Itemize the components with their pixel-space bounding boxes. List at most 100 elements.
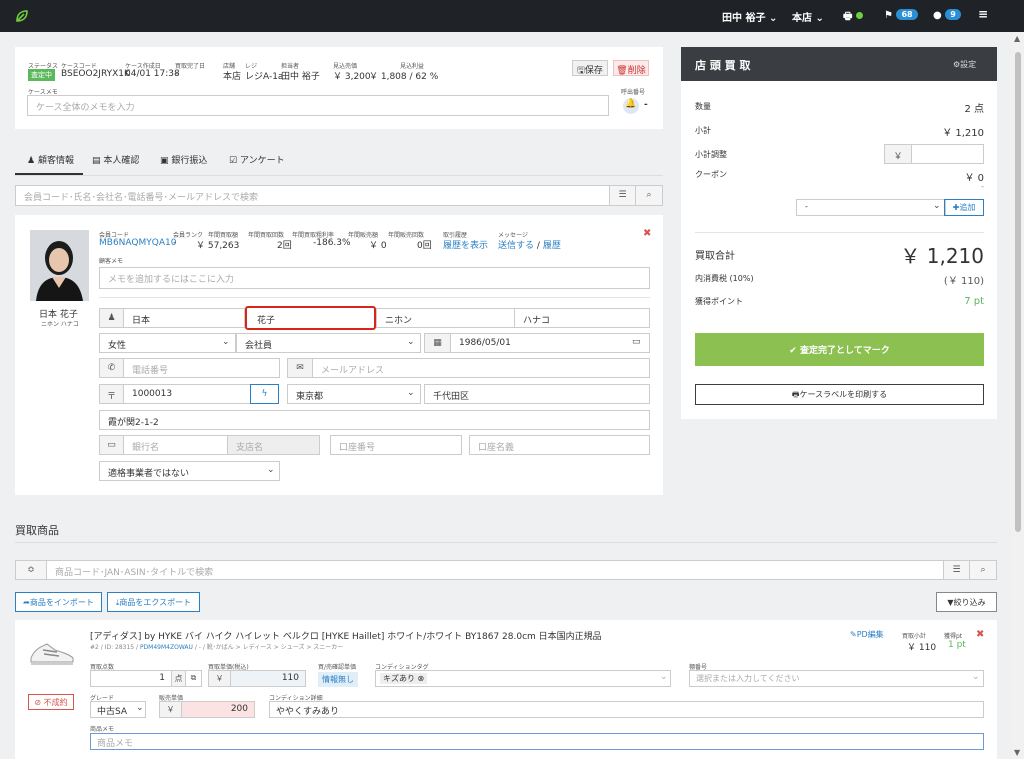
page-scrollbar[interactable]: ▲ ▼ <box>1012 32 1024 759</box>
save-icon: 🖫 <box>577 66 585 76</box>
case-memo-input[interactable]: ケース全体のメモを入力 <box>27 95 609 116</box>
scroll-down-icon[interactable]: ▼ <box>1014 748 1020 757</box>
annual-count-value: 2回 <box>277 241 292 251</box>
condition-tag-select[interactable]: キズあり ⊗ <box>375 670 671 687</box>
account-name-input[interactable]: 口座名義 <box>469 435 650 455</box>
unit-price-input[interactable]: 110 <box>230 670 306 687</box>
scroll-thumb[interactable] <box>1015 52 1021 532</box>
import-products-button[interactable]: ➦商品をインポート <box>15 592 102 612</box>
adjust-input[interactable] <box>911 144 984 164</box>
sell-price-currency-addon: ￥ <box>159 701 182 718</box>
city-input[interactable]: 千代田区 <box>424 384 650 404</box>
customer-memo-input[interactable]: メモを追加するにはここに入力 <box>99 267 650 289</box>
last-kana-input[interactable]: ニホン <box>376 308 515 328</box>
birthday-input[interactable]: 1986/05/01 <box>450 333 650 353</box>
tab-identity-label: 本人確認 <box>103 156 140 166</box>
email-input[interactable]: メールアドレス <box>312 358 650 378</box>
tab-identity[interactable]: ▤ 本人確認 <box>92 153 139 166</box>
messages-menu[interactable]: ● 9 <box>933 9 961 21</box>
product-code-link[interactable]: PDM49M4ZOWAU <box>140 644 193 651</box>
delete-button-label: 削除 <box>627 66 646 76</box>
notifications-menu[interactable]: ⚑ 68 <box>884 9 918 21</box>
product-filter-toggle[interactable]: ≎ <box>15 560 47 580</box>
total-value: ￥ 1,210 <box>900 244 984 268</box>
branch-name-input[interactable]: 支店名 <box>227 435 320 455</box>
sliders-icon: ≎ <box>27 565 35 575</box>
tabs-divider <box>15 175 663 176</box>
bank-name-input[interactable]: 銀行名 <box>123 435 228 455</box>
store-menu[interactable]: 本店 ⌄ <box>792 9 824 24</box>
print-label-button[interactable]: 🖶ケースラベルを印刷する <box>695 384 984 405</box>
hamburger-menu-icon[interactable]: ≡ <box>978 7 988 21</box>
delete-button[interactable]: 🗑削除 <box>613 60 649 76</box>
coupon-chevron-down-icon: ⌄ <box>933 201 941 211</box>
coupon-select[interactable]: - <box>796 199 946 216</box>
zip-lookup-button[interactable]: ϟ <box>250 384 279 404</box>
copy-icon[interactable]: ⧉ <box>185 670 202 687</box>
scroll-up-icon[interactable]: ▲ <box>1014 34 1020 43</box>
address-input[interactable]: 霞が関2-1-2 <box>99 410 650 430</box>
export-products-button[interactable]: ⤓商品をエクスポート <box>107 592 200 612</box>
gender-select[interactable]: 女性 <box>99 333 236 353</box>
prefecture-select[interactable]: 東京都 <box>287 384 421 404</box>
tab-survey[interactable]: ☑ アンケート <box>229 153 285 166</box>
product-list-button[interactable]: ☰ <box>943 560 970 580</box>
customer-search-button[interactable]: ⌕ <box>635 185 663 206</box>
pd-edit-link[interactable]: ✎PD編集 <box>850 629 884 640</box>
panel-divider <box>695 232 984 233</box>
message-links: 送信する / 履歴 <box>498 238 561 251</box>
add-coupon-button[interactable]: ✚追加 <box>944 199 984 216</box>
item-subtotal-label: 買取小計 <box>902 633 927 640</box>
tab-survey-label: アンケート <box>239 156 285 166</box>
call-number-label: 呼出番号 <box>621 89 646 96</box>
invoice-select[interactable]: 適格事業者ではない <box>99 461 280 481</box>
item-qty-input[interactable]: 1 <box>90 670 172 687</box>
sell-price-input[interactable]: 200 <box>181 701 255 718</box>
message-send-link[interactable]: 送信する <box>498 241 534 251</box>
condition-detail-input[interactable]: ややくすみあり <box>269 701 984 718</box>
tab-bank-transfer[interactable]: ▣ 銀行振込 <box>160 153 207 166</box>
filter-button[interactable]: ▼絞り込み <box>936 592 997 612</box>
user-menu[interactable]: 田中 裕子 ⌄ <box>722 9 777 24</box>
top-navbar: 田中 裕子 ⌄ 本店 ⌄ 🖶 ⚑ 68 ● 9 ≡ <box>0 0 1024 32</box>
shelf-input[interactable]: 選択または入力してください <box>689 670 984 687</box>
remove-item-icon[interactable]: ✖ <box>976 629 984 640</box>
zip-addon: 〒 <box>99 384 124 404</box>
condition-tag-chip-label: キズあり <box>383 674 415 683</box>
customer-search-input[interactable]: 会員コード･氏名･会社名･電話番号･メールアドレスで検索 <box>15 185 610 206</box>
money-icon: ▣ <box>160 156 169 166</box>
occupation-select[interactable]: 会社員 <box>236 333 421 353</box>
settings-link[interactable]: ⚙設定 <box>953 59 976 70</box>
message-history-link[interactable]: 履歴 <box>543 241 561 251</box>
phone-addon: ✆ <box>99 358 124 378</box>
rank-value: - <box>173 238 177 248</box>
app-logo-icon[interactable] <box>14 8 30 24</box>
last-name-input[interactable]: 日本 <box>123 308 245 328</box>
account-number-input[interactable]: 口座番号 <box>330 435 462 455</box>
search-icon: ⌕ <box>980 565 986 575</box>
status-not-contracted-badge[interactable]: ⊘ 不成約 <box>28 694 74 710</box>
phone-input[interactable]: 電話番号 <box>123 358 280 378</box>
first-name-input[interactable]: 花子 <box>245 306 376 330</box>
member-code-link[interactable]: MB6NAQMYQA10 <box>99 238 176 248</box>
qty-label: 数量 <box>695 102 711 111</box>
remove-customer-icon[interactable]: ✖ <box>643 228 651 239</box>
history-link[interactable]: 履歴を表示 <box>443 238 488 251</box>
chip-remove-icon[interactable]: ⊗ <box>418 674 425 683</box>
product-search-input[interactable]: 商品コード･JAN･ASIN･タイトルで検索 <box>46 560 944 580</box>
product-search-button[interactable]: ⌕ <box>969 560 997 580</box>
print-label-text: ケースラベルを印刷する <box>799 390 888 399</box>
date-picker-icon[interactable]: ▭ <box>632 337 641 347</box>
search-icon: ⌕ <box>646 190 652 200</box>
customer-list-button[interactable]: ☰ <box>609 185 636 206</box>
tab-customer-info[interactable]: ♟ 顧客情報 <box>27 153 74 166</box>
bell-icon[interactable]: 🔔 <box>623 98 639 114</box>
mark-complete-button[interactable]: ✔ 査定完了としてマーク <box>695 333 984 366</box>
save-button[interactable]: 🖫保存 <box>572 60 608 76</box>
annual-sales-count-value: 0回 <box>417 241 432 251</box>
item-memo-input[interactable]: 商品メモ <box>90 733 984 750</box>
first-kana-input[interactable]: ハナコ <box>514 308 650 328</box>
printer-status[interactable]: 🖶 <box>843 9 863 26</box>
product-category: / - / 靴･かばん > レディース > シューズ > スニーカー <box>194 644 344 651</box>
zip-input[interactable]: 1000013 <box>123 384 251 404</box>
